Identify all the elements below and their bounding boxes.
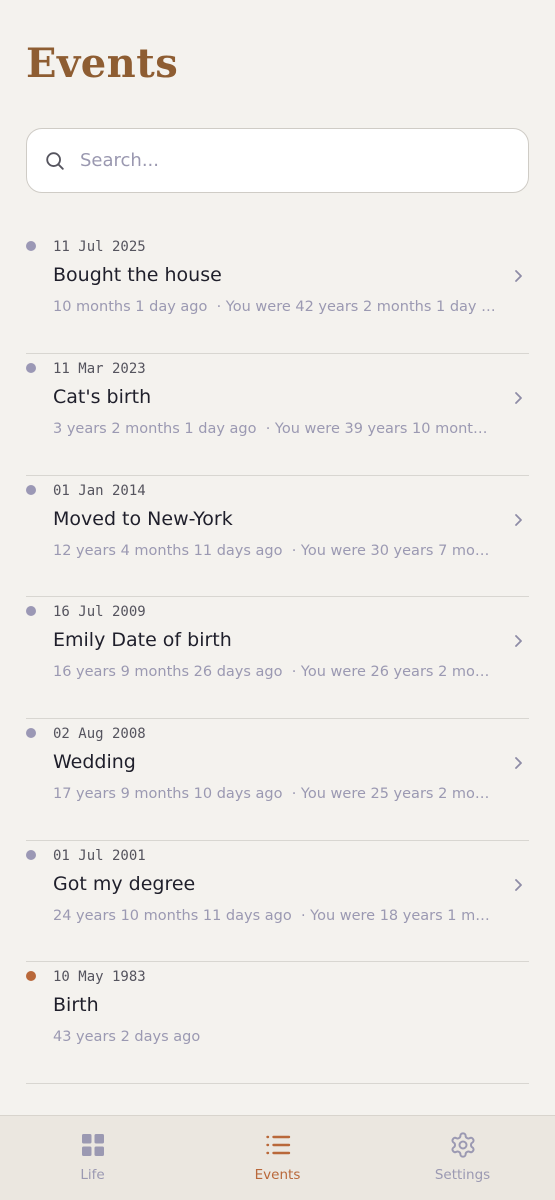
events-screen: Events 11 Jul 2025 Bought the house 10 m… [0,0,555,1200]
event-age: · You were 42 years 2 months 1 day old [216,299,496,315]
event-details: 17 years 9 months 10 days ago · You were… [53,786,496,802]
chevron-right-icon [515,514,522,526]
nav-label: Settings [434,1167,491,1183]
chevron-right-icon [515,392,522,404]
event-name: Emily Date of birth [53,629,232,651]
event-row-birth[interactable]: 10 May 1983 Birth 43 years 2 days ago [26,962,529,1084]
event-row[interactable]: 01 Jan 2014 Moved to New-York 12 years 4… [26,476,529,597]
event-name: Bought the house [53,264,222,286]
event-name: Cat's birth [53,386,152,408]
event-date: 02 Aug 2008 [53,726,146,742]
search-input[interactable] [80,150,500,171]
event-details: 24 years 10 months 11 days ago · You wer… [53,908,496,924]
event-row[interactable]: 11 Jul 2025 Bought the house 10 months 1… [26,232,529,354]
event-dot-birth [26,971,36,981]
nav-label: Events [254,1167,301,1183]
event-name: Moved to New-York [53,508,233,530]
event-details: 16 years 9 months 26 days ago · You were… [53,664,496,680]
event-dot [26,850,36,860]
chevron-right-icon [515,757,522,769]
event-row[interactable]: 02 Aug 2008 Wedding 17 years 9 months 10… [26,719,529,841]
event-ago: 12 years 4 months 11 days ago [53,543,283,559]
event-dot [26,363,36,373]
nav-tab-events[interactable]: Events [185,1116,370,1200]
event-age: · You were 18 years 1 month 21 days old [300,908,496,924]
nav-label: Life [80,1167,105,1183]
nav-tab-life[interactable]: Life [0,1116,185,1200]
event-row[interactable]: 01 Jul 2001 Got my degree 24 years 10 mo… [26,841,529,962]
chevron-right-icon [515,879,522,891]
search-icon [46,151,64,170]
event-date: 01 Jul 2001 [53,848,146,864]
event-age: · You were 39 years 10 months 1 day old [265,421,496,437]
bottom-nav: Life Events Settings [0,1115,555,1200]
event-date: 11 Jul 2025 [53,239,146,255]
event-ago: 16 years 9 months 26 days ago [53,664,283,680]
event-details: 43 years 2 days ago [53,1029,496,1045]
event-date: 10 May 1983 [53,969,146,985]
event-ago: 10 months 1 day ago [53,299,208,315]
event-dot [26,241,36,251]
search-bar[interactable] [26,128,529,193]
event-ago: 24 years 10 months 11 days ago [53,908,292,924]
event-name: Got my degree [53,873,196,895]
event-row[interactable]: 11 Mar 2023 Cat's birth 3 years 2 months… [26,354,529,476]
chevron-right-icon [515,635,522,647]
event-name: Wedding [53,751,136,773]
list-icon [265,1135,290,1155]
event-ago: 43 years 2 days ago [53,1029,201,1045]
nav-tab-settings[interactable]: Settings [370,1116,555,1200]
chevron-right-icon [515,270,522,282]
grid-icon [81,1134,104,1156]
gear-icon [451,1132,474,1158]
event-dot [26,728,36,738]
event-details: 10 months 1 day ago · You were 42 years … [53,299,496,315]
event-age: · You were 30 years 7 months 22 days old [291,543,496,559]
event-details: 12 years 4 months 11 days ago · You were… [53,543,496,559]
event-date: 16 Jul 2009 [53,604,146,620]
event-ago: 3 years 2 months 1 day ago [53,421,257,437]
event-date: 11 Mar 2023 [53,361,146,377]
events-list: 11 Jul 2025 Bought the house 10 months 1… [26,232,529,1084]
page-title: Events [26,40,179,87]
event-age: · You were 25 years 2 months 23 days old [291,786,496,802]
event-ago: 17 years 9 months 10 days ago [53,786,283,802]
event-date: 01 Jan 2014 [53,483,146,499]
event-age: · You were 26 years 2 months 6 days old [291,664,496,680]
event-row[interactable]: 16 Jul 2009 Emily Date of birth 16 years… [26,597,529,719]
event-name: Birth [53,994,99,1016]
event-details: 3 years 2 months 1 day ago · You were 39… [53,421,496,437]
event-dot [26,606,36,616]
event-dot [26,485,36,495]
